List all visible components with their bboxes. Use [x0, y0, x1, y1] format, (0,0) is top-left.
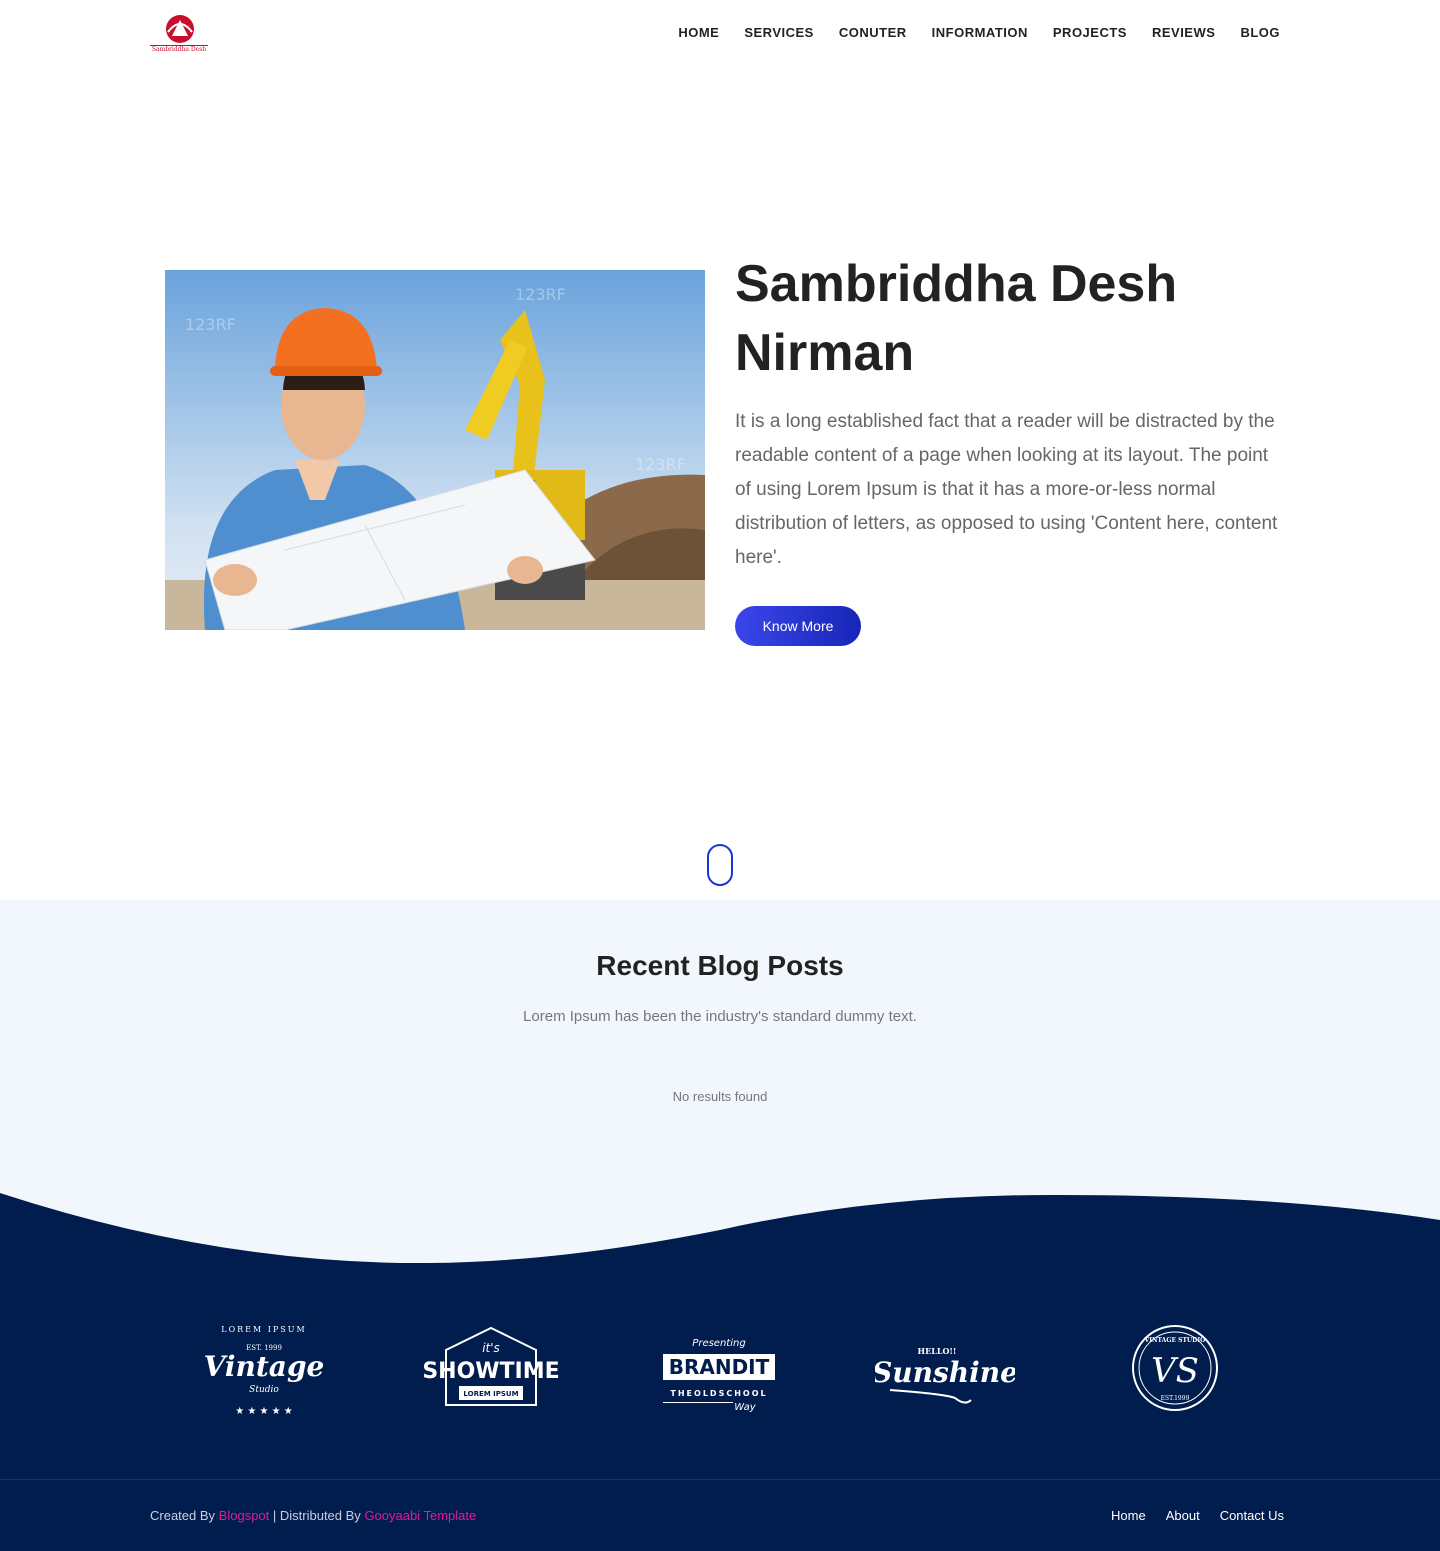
footer-nav: Home About Contact Us	[1111, 1508, 1284, 1523]
svg-text:Sunshine: Sunshine	[875, 1356, 1015, 1389]
distributed-label: | Distributed By	[272, 1508, 361, 1523]
blog-title: Recent Blog Posts	[596, 950, 844, 981]
svg-text:THEOLDSCHOOL: THEOLDSCHOOL	[670, 1389, 767, 1398]
footer-divider	[0, 1479, 1440, 1480]
main-nav: HOME SERVICES CONUTER INFORMATION PROJEC…	[678, 25, 1280, 40]
svg-text:Presenting: Presenting	[692, 1338, 745, 1349]
nav-reviews[interactable]: REVIEWS	[1152, 25, 1215, 40]
template-link[interactable]: Gooyaabi Template	[364, 1508, 476, 1523]
footer-credit: Created By Blogspot | Distributed By Goo…	[150, 1508, 476, 1523]
nav-blog[interactable]: BLOG	[1240, 25, 1280, 40]
svg-text:BRANDIT: BRANDIT	[669, 1355, 770, 1379]
svg-text:★ ★ ★ ★ ★: ★ ★ ★ ★ ★	[235, 1406, 293, 1417]
footer-link-home[interactable]: Home	[1111, 1508, 1146, 1523]
svg-text:LOREM IPSUM: LOREM IPSUM	[221, 1325, 306, 1334]
svg-text:Way: Way	[734, 1402, 756, 1413]
blog-subtitle: Lorem Ipsum has been the industry's stan…	[523, 1008, 917, 1025]
brand-logo-sunshine[interactable]: HELLO!! Sunshine	[872, 1310, 1018, 1430]
footer-link-about[interactable]: About	[1166, 1508, 1200, 1523]
svg-text:123RF: 123RF	[515, 285, 566, 304]
svg-text:123RF: 123RF	[635, 455, 686, 474]
footer-wave	[0, 1193, 1440, 1280]
svg-text:Sambriddha Desh: Sambriddha Desh	[152, 46, 206, 53]
svg-text:Studio: Studio	[249, 1385, 279, 1395]
nav-information[interactable]: INFORMATION	[932, 25, 1028, 40]
nav-services[interactable]: SERVICES	[744, 25, 814, 40]
svg-text:VS: VS	[1151, 1351, 1199, 1391]
site-logo[interactable]: Sambriddha Desh	[150, 12, 208, 54]
nav-projects[interactable]: PROJECTS	[1053, 25, 1127, 40]
hero-title: Sambriddha Desh Nirman	[735, 255, 1178, 382]
svg-text:VINTAGE STUDIO: VINTAGE STUDIO	[1144, 1337, 1206, 1344]
svg-text:123RF: 123RF	[185, 315, 236, 334]
svg-text:LOREM IPSUM: LOREM IPSUM	[463, 1390, 518, 1398]
site-header: Sambriddha Desh HOME SERVICES CONUTER IN…	[0, 0, 1440, 66]
brand-logo-brandit[interactable]: Presenting BRANDIT THEOLDSCHOOL Way	[649, 1310, 789, 1430]
brand-logo-vintage[interactable]: LOREM IPSUM EST. 1999 Vintage Studio ★ ★…	[194, 1310, 334, 1430]
created-by-label: Created By	[150, 1508, 216, 1523]
svg-text:EST.1999: EST.1999	[1161, 1395, 1190, 1402]
brand-logo-showtime[interactable]: it's SHOWTIME LOREM IPSUM	[421, 1310, 561, 1430]
footer-link-contact[interactable]: Contact Us	[1220, 1508, 1284, 1523]
no-results-text: No results found	[672, 1089, 768, 1104]
site-footer: LOREM IPSUM EST. 1999 Vintage Studio ★ ★…	[0, 1270, 1440, 1551]
know-more-button[interactable]: Know More	[735, 606, 861, 646]
nav-conuter[interactable]: CONUTER	[839, 25, 907, 40]
blogspot-link[interactable]: Blogspot	[219, 1508, 270, 1523]
svg-text:HELLO!!: HELLO!!	[918, 1346, 957, 1356]
svg-text:Vintage: Vintage	[204, 1350, 325, 1383]
nav-home[interactable]: HOME	[678, 25, 719, 40]
svg-text:SHOWTIME: SHOWTIME	[422, 1359, 559, 1384]
brand-logos: LOREM IPSUM EST. 1999 Vintage Studio ★ ★…	[0, 1310, 1440, 1430]
scroll-indicator[interactable]	[707, 844, 733, 886]
svg-text:it's: it's	[482, 1341, 500, 1355]
hero-text: It is a long established fact that a rea…	[735, 411, 1278, 568]
brand-logo-vs[interactable]: VINTAGE STUDIO VS EST.1999	[1105, 1310, 1245, 1430]
hero-image: 123RF 123RF 123RF	[165, 270, 705, 630]
